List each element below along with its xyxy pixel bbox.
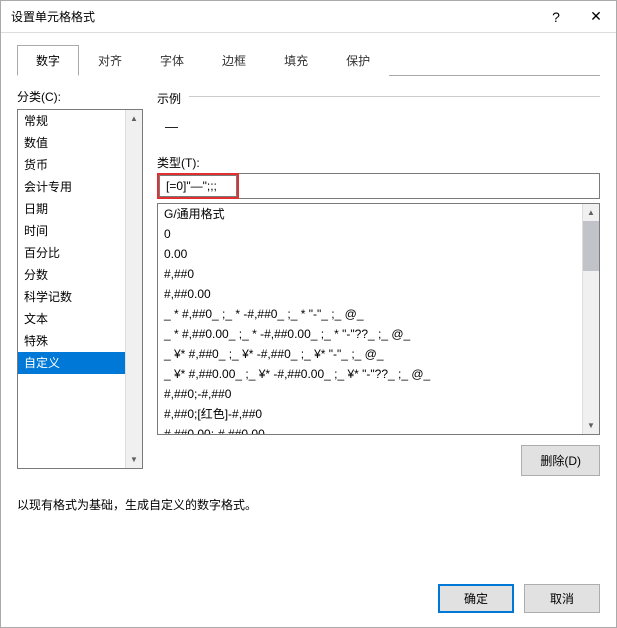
tab-protection[interactable]: 保护	[327, 45, 389, 76]
dialog-body: 数字 对齐 字体 边框 填充 保护 分类(C): 常规 数值 货币 会计专用	[1, 33, 616, 574]
format-listbox[interactable]: G/通用格式 0 0.00 #,##0 #,##0.00 _ * #,##0_ …	[157, 203, 600, 435]
category-item-currency[interactable]: 货币	[18, 154, 125, 176]
format-cells-dialog: 设置单元格格式 ? ✕ 数字 对齐 字体 边框 填充 保护 分类(C): 常规 …	[0, 0, 617, 628]
right-column: 示例 — 类型(T): G/通用格式 0 0.	[157, 88, 600, 476]
category-scrollbar[interactable]: ▲ ▼	[125, 110, 142, 468]
scroll-up-icon[interactable]: ▲	[583, 204, 599, 221]
upper-row: 分类(C): 常规 数值 货币 会计专用 日期 时间 百分比 分数 科学记数	[17, 88, 600, 476]
category-listbox[interactable]: 常规 数值 货币 会计专用 日期 时间 百分比 分数 科学记数 文本 特殊 自定…	[17, 109, 143, 469]
scroll-thumb[interactable]	[583, 221, 599, 271]
format-scrollbar[interactable]: ▲ ▼	[582, 204, 599, 434]
category-item-custom[interactable]: 自定义	[18, 352, 125, 374]
description-text: 以现有格式为基础，生成自定义的数字格式。	[17, 496, 600, 513]
tab-number[interactable]: 数字	[17, 45, 79, 76]
format-item[interactable]: #,##0	[158, 264, 582, 284]
tab-font[interactable]: 字体	[141, 45, 203, 76]
ok-button[interactable]: 确定	[438, 584, 514, 613]
type-input-remainder[interactable]	[239, 173, 600, 199]
tab-border[interactable]: 边框	[203, 45, 265, 76]
scroll-track[interactable]	[583, 271, 599, 417]
format-item[interactable]: 0.00	[158, 244, 582, 264]
dialog-title: 设置单元格格式	[11, 8, 536, 25]
tab-strip: 数字 对齐 字体 边框 填充 保护	[17, 45, 600, 76]
scroll-down-icon[interactable]: ▼	[126, 451, 142, 468]
sample-group: 示例 —	[157, 88, 600, 154]
format-item[interactable]: G/通用格式	[158, 204, 582, 224]
category-item-scientific[interactable]: 科学记数	[18, 286, 125, 308]
format-item[interactable]: #,##0;[红色]-#,##0	[158, 404, 582, 424]
format-item[interactable]: _ ¥* #,##0_ ;_ ¥* -#,##0_ ;_ ¥* "-"_ ;_ …	[158, 344, 582, 364]
tab-alignment[interactable]: 对齐	[79, 45, 141, 76]
format-item[interactable]: #,##0.00;-#,##0.00	[158, 424, 582, 434]
tab-fill[interactable]: 填充	[265, 45, 327, 76]
type-input[interactable]	[159, 175, 237, 197]
category-item-accounting[interactable]: 会计专用	[18, 176, 125, 198]
scroll-down-icon[interactable]: ▼	[583, 417, 599, 434]
category-item-fraction[interactable]: 分数	[18, 264, 125, 286]
category-item-text[interactable]: 文本	[18, 308, 125, 330]
close-button[interactable]: ✕	[576, 1, 616, 33]
tab-content: 分类(C): 常规 数值 货币 会计专用 日期 时间 百分比 分数 科学记数	[17, 76, 600, 564]
type-label: 类型(T):	[157, 154, 600, 171]
dialog-footer: 确定 取消	[1, 574, 616, 627]
format-item[interactable]: _ * #,##0_ ;_ * -#,##0_ ;_ * "-"_ ;_ @_	[158, 304, 582, 324]
sample-divider	[189, 96, 600, 97]
category-item-general[interactable]: 常规	[18, 110, 125, 132]
format-item[interactable]: #,##0;-#,##0	[158, 384, 582, 404]
category-item-date[interactable]: 日期	[18, 198, 125, 220]
category-item-percentage[interactable]: 百分比	[18, 242, 125, 264]
highlight-box	[157, 173, 239, 199]
delete-row: 删除(D)	[157, 445, 600, 476]
category-items: 常规 数值 货币 会计专用 日期 时间 百分比 分数 科学记数 文本 特殊 自定…	[18, 110, 125, 468]
format-item[interactable]: _ * #,##0.00_ ;_ * -#,##0.00_ ;_ * "-"??…	[158, 324, 582, 344]
format-item[interactable]: _ ¥* #,##0.00_ ;_ ¥* -#,##0.00_ ;_ ¥* "-…	[158, 364, 582, 384]
format-item[interactable]: 0	[158, 224, 582, 244]
category-item-time[interactable]: 时间	[18, 220, 125, 242]
format-item[interactable]: #,##0.00	[158, 284, 582, 304]
type-input-row	[157, 173, 600, 199]
category-column: 分类(C): 常规 数值 货币 会计专用 日期 时间 百分比 分数 科学记数	[17, 88, 143, 476]
help-button[interactable]: ?	[536, 1, 576, 33]
sample-value: —	[157, 107, 600, 154]
titlebar: 设置单元格格式 ? ✕	[1, 1, 616, 33]
category-label: 分类(C):	[17, 88, 143, 105]
delete-button[interactable]: 删除(D)	[521, 445, 600, 476]
category-item-number[interactable]: 数值	[18, 132, 125, 154]
cancel-button[interactable]: 取消	[524, 584, 600, 613]
scroll-up-icon[interactable]: ▲	[126, 110, 142, 127]
sample-label: 示例	[157, 90, 187, 107]
category-item-special[interactable]: 特殊	[18, 330, 125, 352]
format-items: G/通用格式 0 0.00 #,##0 #,##0.00 _ * #,##0_ …	[158, 204, 582, 434]
